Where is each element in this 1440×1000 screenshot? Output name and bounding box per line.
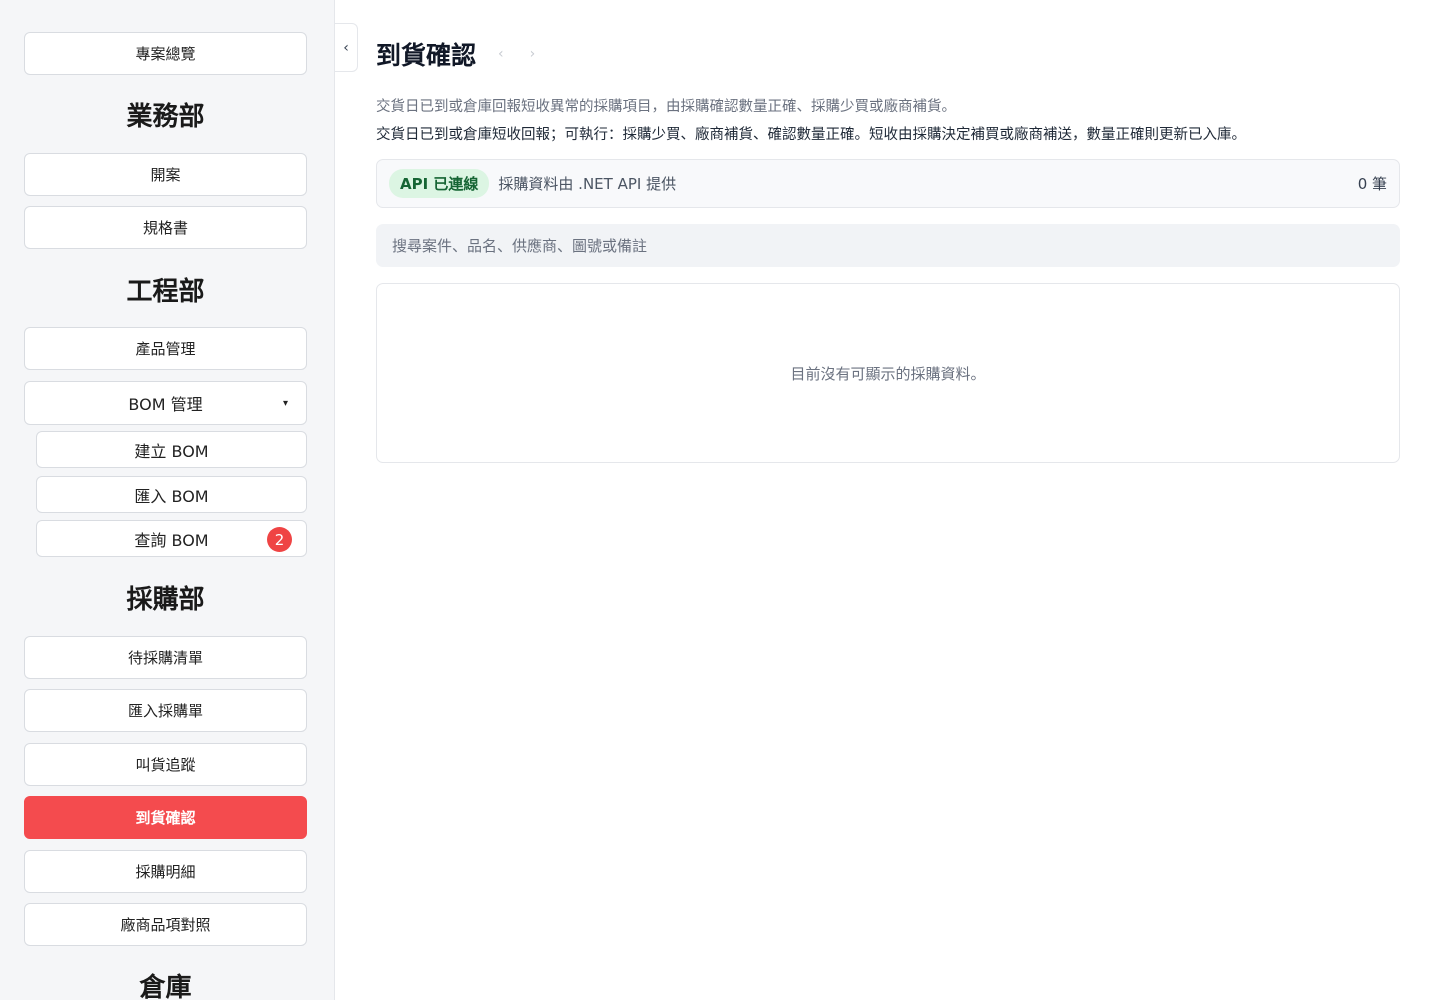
page-instructions: 交貨日已到或倉庫短收回報；可執行：採購少買、廠商補貨、確認數量正確。短收由採購決… [376, 127, 1246, 143]
nav-query-bom[interactable]: 查詢 BOM 2 [36, 520, 307, 557]
history-forward-icon[interactable]: › [530, 46, 536, 62]
section-title-sales: 業務部 [126, 102, 205, 132]
record-count: 0 筆 [1357, 175, 1387, 193]
nav-delivery-confirmation[interactable]: 到貨確認 [24, 796, 307, 839]
sidebar: 專案總覽 業務部 開案 規格書 工程部 產品管理 BOM 管理 ▾ 建立 BOM… [0, 0, 335, 1000]
title-row: 到貨確認 ‹ › [376, 36, 535, 72]
chevron-left-icon: ‹ [343, 39, 349, 56]
nav-import-purchase-order[interactable]: 匯入採購單 [24, 689, 307, 732]
history-back-icon[interactable]: ‹ [498, 46, 504, 62]
nav-pending-purchase-list[interactable]: 待採購清單 [24, 636, 307, 679]
results-panel: 目前沒有可顯示的採購資料。 [376, 283, 1400, 463]
caret-down-icon: ▾ [282, 397, 288, 409]
nav-open-case[interactable]: 開案 [24, 153, 307, 196]
empty-state-message: 目前沒有可顯示的採購資料。 [790, 364, 986, 383]
nav-bom-management-label: BOM 管理 [128, 395, 203, 414]
api-source-text: 採購資料由 .NET API 提供 [498, 175, 677, 193]
page-description: 交貨日已到或倉庫回報短收異常的採購項目，由採購確認數量正確、採購少買或廠商補貨。 [376, 99, 956, 115]
section-title-warehouse: 倉庫 [139, 973, 192, 1000]
section-title-engineering: 工程部 [126, 277, 205, 307]
api-status-badge: API 已連線 [389, 169, 490, 198]
api-status-bar: API 已連線 採購資料由 .NET API 提供 0 筆 [376, 159, 1400, 208]
sidebar-collapse-button[interactable]: ‹ [335, 23, 358, 72]
nav-order-tracking[interactable]: 叫貨追蹤 [24, 743, 307, 786]
nav-bom-management-toggle[interactable]: BOM 管理 ▾ [24, 381, 307, 425]
notification-badge: 2 [267, 527, 292, 552]
nav-create-bom[interactable]: 建立 BOM [36, 431, 307, 468]
nav-vendor-item-mapping[interactable]: 廠商品項對照 [24, 903, 307, 946]
nav-purchase-details[interactable]: 採購明細 [24, 850, 307, 893]
page-title: 到貨確認 [376, 41, 477, 70]
nav-query-bom-label: 查詢 BOM [134, 530, 209, 550]
nav-import-bom[interactable]: 匯入 BOM [36, 476, 307, 513]
nav-project-overview[interactable]: 專案總覽 [24, 32, 307, 75]
nav-spec-sheet[interactable]: 規格書 [24, 206, 307, 249]
section-title-purchasing: 採購部 [126, 585, 205, 615]
nav-product-management[interactable]: 產品管理 [24, 327, 307, 370]
search-input[interactable] [376, 224, 1400, 267]
app-root: 專案總覽 業務部 開案 規格書 工程部 產品管理 BOM 管理 ▾ 建立 BOM… [0, 0, 1440, 1000]
